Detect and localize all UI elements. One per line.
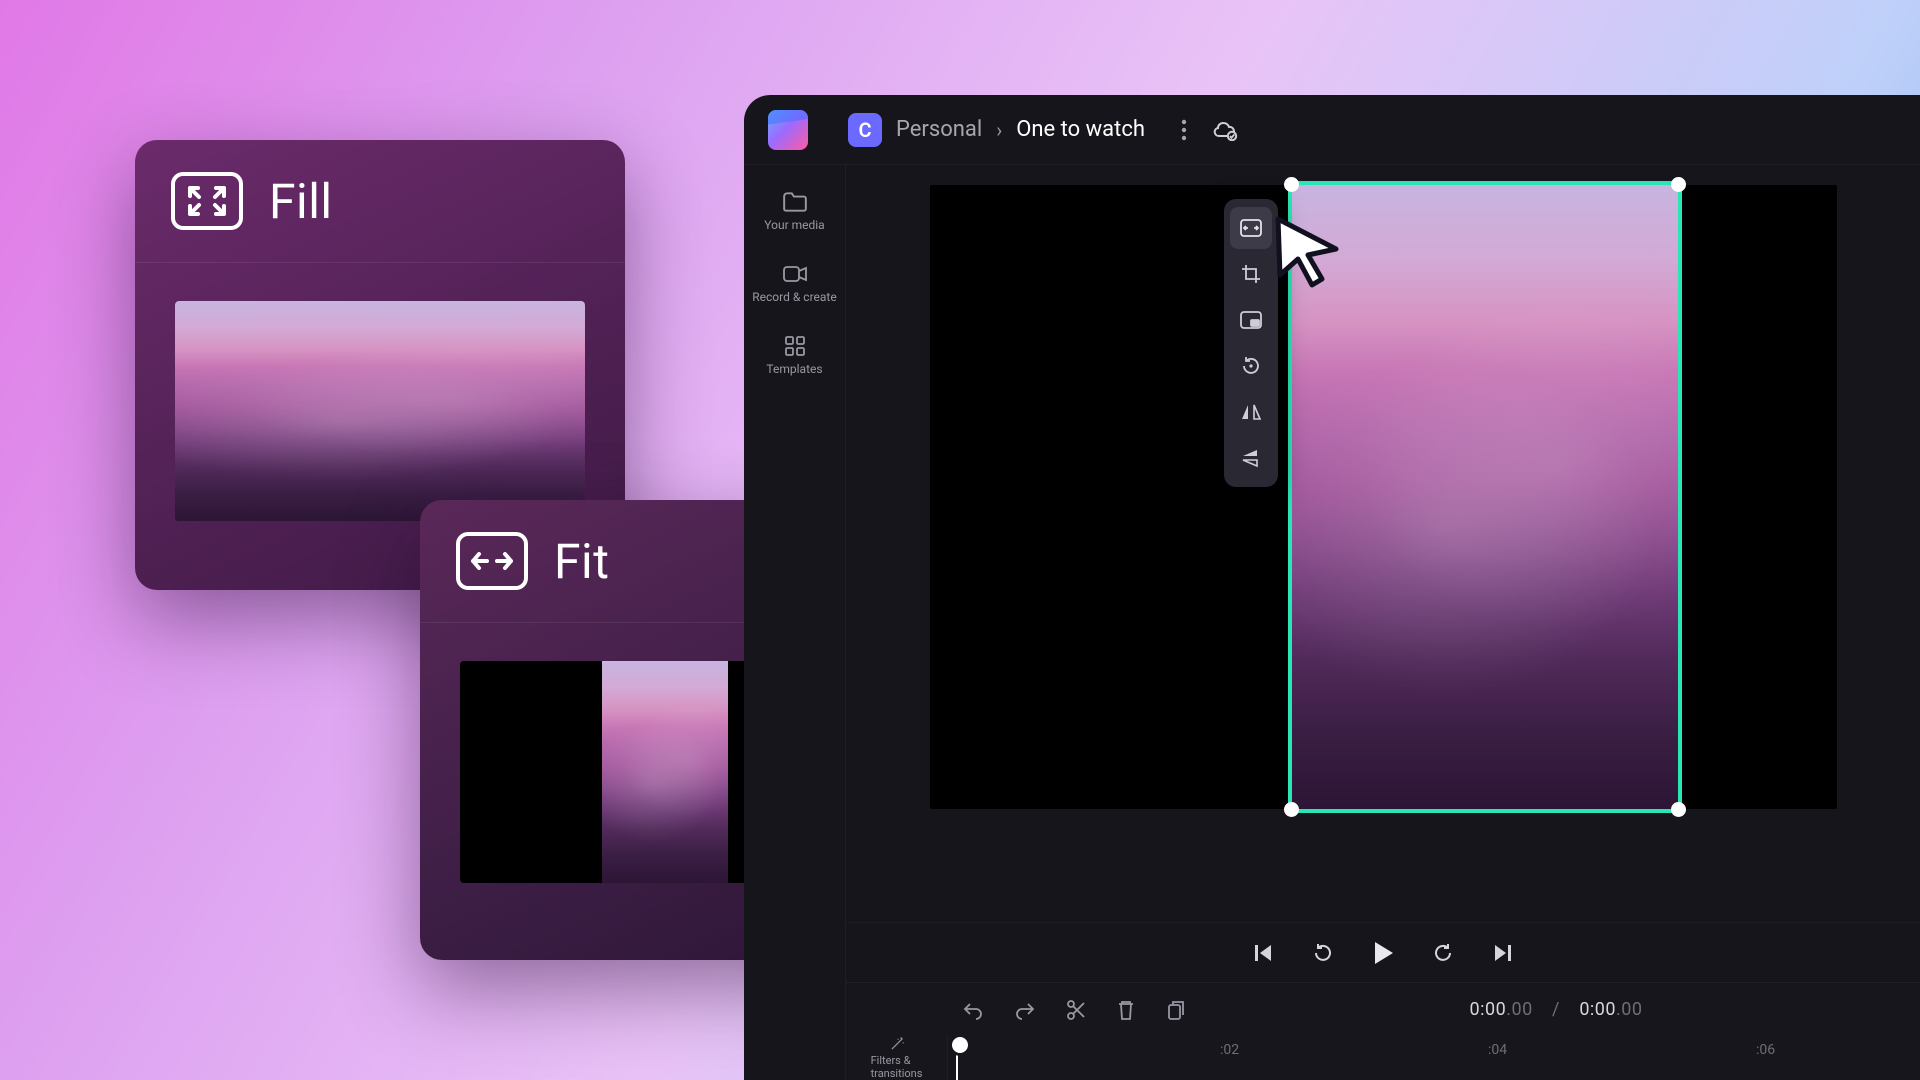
camera-icon xyxy=(782,263,808,285)
sidebar-item-label: Your media xyxy=(764,219,824,233)
forward-icon xyxy=(1431,941,1455,965)
forward-button[interactable] xyxy=(1430,940,1456,966)
duplicate-button[interactable] xyxy=(1166,999,1186,1021)
playhead[interactable] xyxy=(956,1036,958,1080)
fill-preview xyxy=(175,301,585,521)
undo-button[interactable] xyxy=(962,1000,984,1020)
delete-button[interactable] xyxy=(1116,999,1136,1021)
flip-h-tool-button[interactable] xyxy=(1230,391,1272,433)
ruler-tick: :02 xyxy=(1220,1042,1239,1058)
sidebar-item-label: Filters & transitions xyxy=(871,1054,923,1080)
rotate-tool-button[interactable] xyxy=(1230,345,1272,387)
sidebar-item-label: Record & create xyxy=(752,291,836,305)
resize-handle-tl[interactable] xyxy=(1284,177,1299,192)
canvas-stage[interactable] xyxy=(846,165,1920,922)
chevron-right-icon: › xyxy=(996,118,1002,142)
ruler-tick: :06 xyxy=(1756,1042,1775,1058)
playback-controls xyxy=(846,922,1920,982)
sidebar: Your media Record & create Templates xyxy=(744,165,846,1080)
breadcrumb: C Personal › One to watch xyxy=(848,113,1145,147)
templates-icon xyxy=(782,335,808,357)
app-logo[interactable] xyxy=(768,110,808,150)
crop-tool-button[interactable] xyxy=(1230,253,1272,295)
timeline-ruler[interactable]: :02 :04 :06 xyxy=(948,1036,1920,1080)
prev-frame-button[interactable] xyxy=(1250,940,1276,966)
crop-icon xyxy=(1240,263,1262,285)
skip-back-icon xyxy=(1252,942,1274,964)
project-name[interactable]: One to watch xyxy=(1016,117,1145,142)
next-frame-button[interactable] xyxy=(1490,940,1516,966)
selection-toolbar xyxy=(1224,199,1278,487)
undo-icon xyxy=(962,1000,984,1020)
play-icon xyxy=(1371,940,1395,966)
workspace-name[interactable]: Personal xyxy=(896,117,982,142)
resize-handle-br[interactable] xyxy=(1671,802,1686,817)
resize-handle-tr[interactable] xyxy=(1671,177,1686,192)
expand-icon xyxy=(171,172,243,230)
flip-v-icon xyxy=(1240,448,1262,468)
play-button[interactable] xyxy=(1370,940,1396,966)
rewind-icon xyxy=(1311,941,1335,965)
sidebar-item-record-create[interactable]: Record & create xyxy=(744,253,845,315)
time-readout: 0:00.00 / 0:00.00 xyxy=(1469,999,1642,1020)
fit-width-icon xyxy=(1239,218,1263,238)
kebab-menu-button[interactable] xyxy=(1181,119,1187,141)
fit-tool-button[interactable] xyxy=(1230,207,1272,249)
sidebar-item-label: Templates xyxy=(766,363,822,377)
selected-clip[interactable] xyxy=(1288,181,1682,813)
cloud-sync-icon[interactable] xyxy=(1211,119,1239,141)
split-button[interactable] xyxy=(1066,999,1086,1021)
fill-option-label: Fill xyxy=(269,173,333,230)
topbar: C Personal › One to watch xyxy=(744,95,1920,165)
redo-button[interactable] xyxy=(1014,1000,1036,1020)
workspace-badge[interactable]: C xyxy=(848,113,882,147)
flip-h-icon xyxy=(1240,402,1262,422)
sidebar-item-templates[interactable]: Templates xyxy=(744,325,845,387)
ruler-tick: :04 xyxy=(1488,1042,1507,1058)
fit-option-label: Fit xyxy=(554,533,609,590)
flip-v-tool-button[interactable] xyxy=(1230,437,1272,479)
rewind-button[interactable] xyxy=(1310,940,1336,966)
timeline-toolbar: 0:00.00 / 0:00.00 xyxy=(846,982,1920,1036)
editor-window: C Personal › One to watch Your media xyxy=(744,95,1920,1080)
folder-icon xyxy=(782,191,808,213)
copy-icon xyxy=(1166,999,1186,1021)
sidebar-item-your-media[interactable]: Your media xyxy=(744,181,845,243)
resize-handle-bl[interactable] xyxy=(1284,802,1299,817)
trash-icon xyxy=(1116,999,1136,1021)
scissors-icon xyxy=(1066,999,1086,1021)
fit-width-icon xyxy=(456,532,528,590)
skip-forward-icon xyxy=(1492,942,1514,964)
wand-icon xyxy=(886,1036,908,1052)
pip-tool-button[interactable] xyxy=(1230,299,1272,341)
video-canvas[interactable] xyxy=(930,185,1837,809)
timeline-ruler-row: Filters & transitions :02 :04 :06 xyxy=(846,1036,1920,1080)
pip-icon xyxy=(1239,310,1263,330)
rotate-icon xyxy=(1240,355,1262,377)
sidebar-item-filters-transitions[interactable]: Filters & transitions xyxy=(846,1036,948,1080)
redo-icon xyxy=(1014,1000,1036,1020)
